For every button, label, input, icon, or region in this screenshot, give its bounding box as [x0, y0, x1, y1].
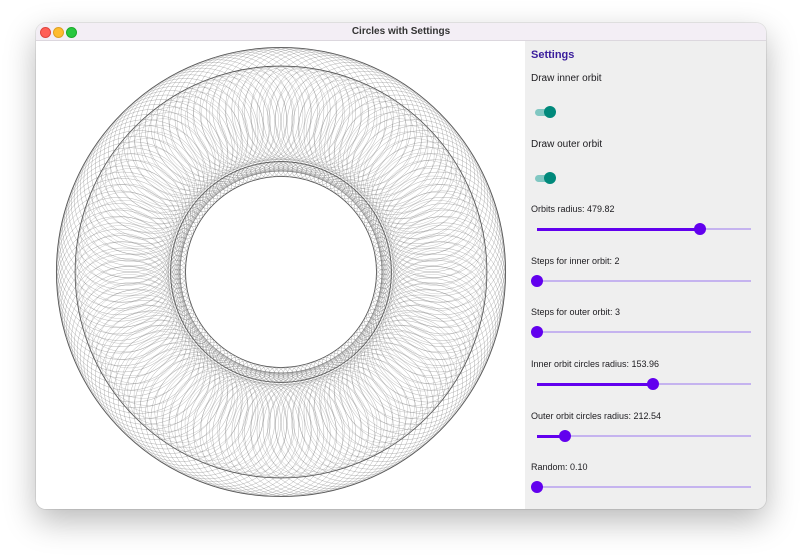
orbit-circle	[360, 289, 486, 414]
steps-outer-orbit-label: Steps for outer orbit: 3	[531, 307, 621, 317]
orbit-circle	[346, 109, 471, 234]
orbit-circle	[298, 67, 423, 193]
slider-knob[interactable]	[531, 481, 543, 493]
orbit-circle	[91, 310, 216, 435]
slider-track	[537, 331, 751, 333]
switch-thumb[interactable]	[544, 172, 556, 184]
app-window: Circles with Settings Settings Draw inne…	[36, 23, 766, 509]
orbit-circle	[92, 297, 187, 392]
orbit-circle	[161, 366, 256, 461]
random-slider[interactable]	[531, 480, 751, 494]
outer-circles-radius-slider[interactable]	[537, 429, 751, 443]
inner-circles-radius-label: Inner orbit circles radius: 153.96	[531, 359, 660, 369]
slider-knob[interactable]	[531, 326, 543, 338]
orbit-circle	[91, 109, 216, 234]
slider-knob[interactable]	[558, 430, 571, 442]
orbit-circle	[118, 337, 243, 462]
slider-knob[interactable]	[531, 275, 543, 287]
orbit-circle	[275, 71, 370, 166]
slider-knob[interactable]	[646, 378, 659, 390]
orbits-radius-slider[interactable]	[537, 222, 751, 236]
orbit-circle	[275, 378, 370, 473]
orbit-circle	[319, 82, 444, 207]
switch-thumb[interactable]	[544, 106, 556, 118]
slider-track	[537, 280, 751, 282]
orbit-circle	[118, 82, 243, 207]
draw-inner-orbit-switch[interactable]	[535, 106, 557, 118]
draw-outer-orbit-switch[interactable]	[535, 172, 557, 184]
orbit-boundary	[74, 65, 488, 479]
orbit-circle	[96, 145, 191, 240]
orbit-circle	[306, 83, 401, 178]
orbit-circle	[96, 304, 191, 399]
orbit-circle	[319, 337, 444, 462]
slider-knob[interactable]	[693, 223, 706, 235]
orbit-circle	[192, 378, 287, 473]
orbit-circle	[161, 83, 256, 178]
orbits-radius-label: Orbits radius: 479.82	[531, 204, 615, 214]
orbit-circle	[313, 362, 408, 457]
orbit-circles-group	[56, 47, 506, 497]
steps-inner-orbit-label: Steps for inner orbit: 2	[531, 256, 620, 266]
orbit-circle	[76, 130, 202, 255]
steps-inner-orbit-slider[interactable]	[531, 274, 751, 288]
slider-fill	[537, 228, 700, 231]
orbit-circle	[371, 304, 466, 399]
title-bar: Circles with Settings	[36, 23, 766, 41]
orbit-boundary	[55, 46, 507, 498]
orbit-circle	[76, 289, 202, 414]
orbit-circle	[80, 183, 175, 278]
random-label: Random: 0.10	[531, 462, 588, 472]
settings-heading: Settings	[531, 49, 575, 61]
orbit-boundary	[170, 161, 392, 383]
orbit-drawing	[55, 46, 507, 498]
orbit-circle	[306, 366, 401, 461]
orbit-circle	[139, 351, 264, 477]
orbit-circle	[371, 145, 466, 240]
draw-inner-orbit-label: Draw inner orbit	[531, 73, 602, 84]
outer-circles-radius-label: Outer orbit circles radius: 212.54	[531, 411, 662, 421]
inner-circles-radius-slider[interactable]	[537, 377, 751, 391]
orbit-boundary	[185, 176, 377, 368]
steps-outer-orbit-slider[interactable]	[531, 325, 751, 339]
orbit-circle	[346, 310, 471, 435]
orbit-circle	[375, 152, 470, 247]
orbit-circle	[92, 152, 187, 247]
settings-panel: Settings Draw inner orbit Draw outer orb…	[525, 41, 766, 509]
orbit-circle	[80, 266, 175, 361]
orbit-circle	[360, 130, 486, 255]
orbit-circle	[375, 297, 470, 392]
drawing-canvas[interactable]	[36, 41, 525, 509]
orbit-circle	[192, 71, 287, 166]
draw-outer-orbit-label: Draw outer orbit	[531, 139, 603, 150]
orbit-circle	[313, 87, 408, 182]
orbit-circle	[154, 362, 249, 457]
orbit-circle	[387, 183, 482, 278]
slider-fill	[537, 383, 653, 386]
window-title: Circles with Settings	[351, 26, 451, 37]
orbit-circle	[154, 87, 249, 182]
orbit-circle	[298, 351, 423, 477]
orbit-circle	[139, 67, 264, 193]
orbit-circle	[387, 266, 482, 361]
slider-track	[537, 486, 751, 488]
